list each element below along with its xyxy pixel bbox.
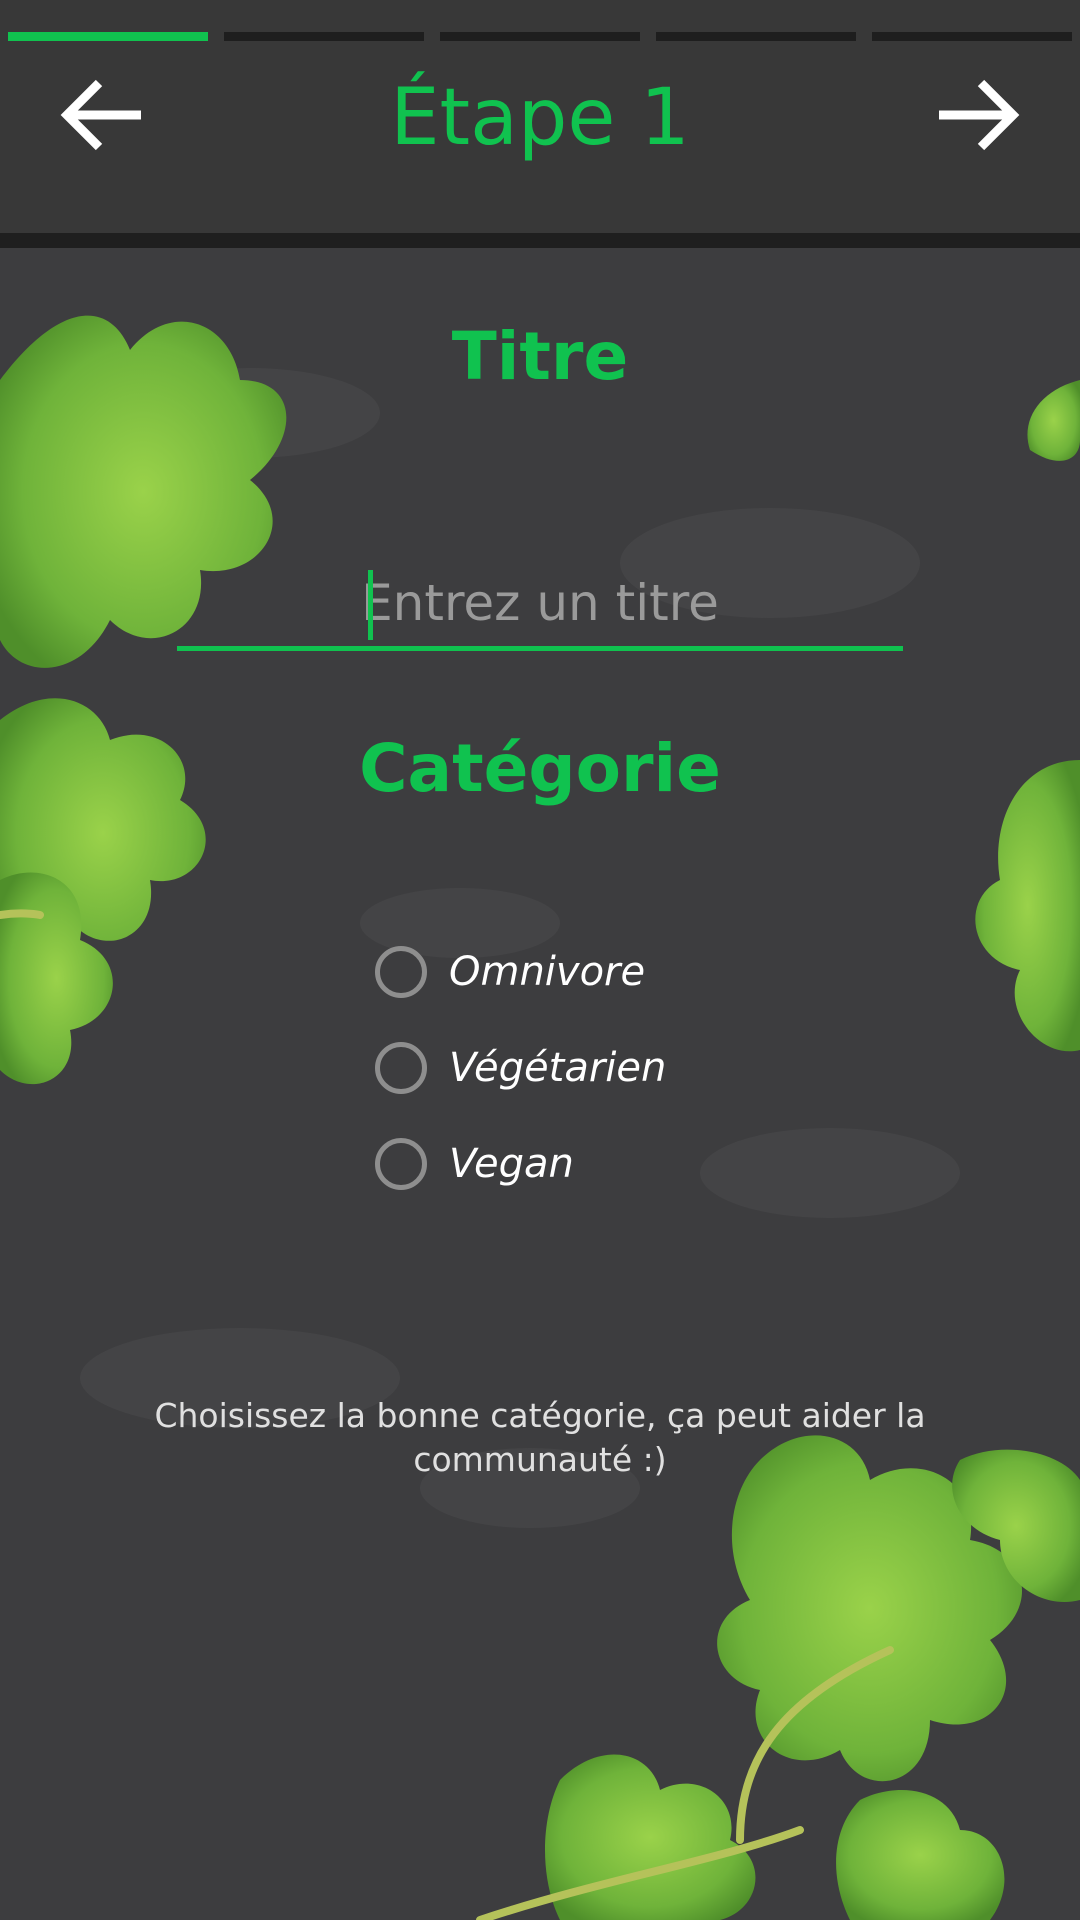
category-option-vegan[interactable]: Vegan (375, 1129, 574, 1199)
text-cursor (368, 570, 373, 640)
header-divider (0, 233, 1080, 248)
step-title: Étape 1 (390, 73, 690, 163)
category-heading: Catégorie (359, 730, 721, 807)
radio-button-vegetarien[interactable] (375, 1042, 427, 1094)
category-option-omnivore[interactable]: Omnivore (375, 937, 645, 1007)
title-field[interactable] (177, 562, 903, 652)
category-hint-text: Choisissez la bonne catégorie, ça peut a… (154, 1396, 926, 1479)
radio-button-vegan[interactable] (375, 1138, 427, 1190)
step-5-indicator (872, 32, 1072, 41)
category-label-vegetarien: Végétarien (449, 1045, 667, 1091)
title-heading: Titre (451, 318, 629, 395)
title-input[interactable] (177, 562, 903, 644)
top-app-bar: Étape 1 (0, 0, 1080, 233)
step-1-indicator (8, 32, 208, 41)
step-progress-indicator (8, 32, 1072, 42)
back-button[interactable] (48, 62, 158, 172)
category-label-vegan: Vegan (449, 1141, 574, 1187)
category-option-vegetarien[interactable]: Végétarien (375, 1033, 666, 1103)
title-input-underline (177, 646, 903, 651)
category-label-omnivore: Omnivore (449, 949, 646, 995)
step-3-indicator (440, 32, 640, 41)
radio-button-omnivore[interactable] (375, 946, 427, 998)
arrow-right-icon (927, 65, 1027, 169)
step-2-indicator (224, 32, 424, 41)
next-button[interactable] (922, 62, 1032, 172)
arrow-left-icon (53, 65, 153, 169)
step-4-indicator (656, 32, 856, 41)
